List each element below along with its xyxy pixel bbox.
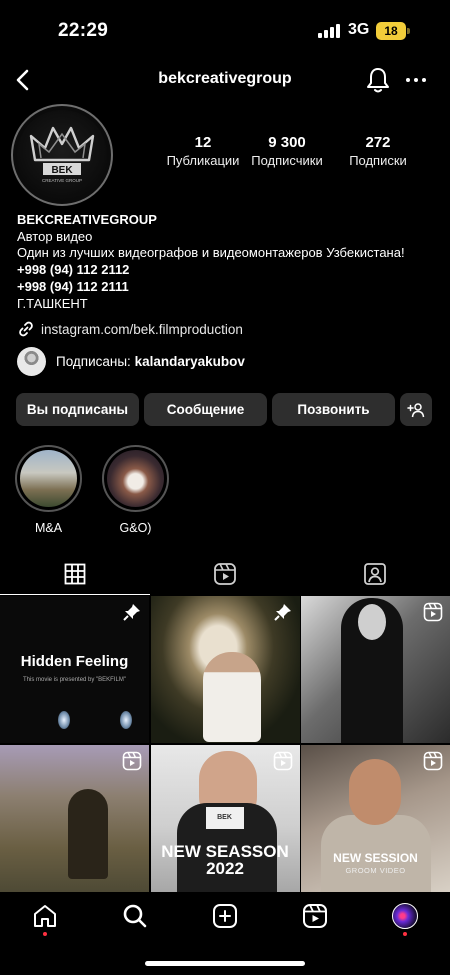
followed-by[interactable]: Подписаны: kalandaryakubov [17,347,245,376]
post-thumbnail[interactable]: Hidden Feeling This movie is presented b… [0,596,149,743]
add-person-icon [407,402,425,417]
home-icon [34,905,56,927]
bottom-navigation [0,888,450,944]
reel-badge-icon [423,602,443,622]
pin-icon [273,604,291,621]
tab-grid[interactable] [0,553,150,595]
search-icon [123,904,147,928]
highlight-ring [15,445,82,512]
status-bar: 22:29 3G 18 [0,0,450,62]
post-thumbnail[interactable]: NEW SESSION GROOM VIDEO [301,744,450,892]
notification-dot [403,932,407,936]
profile-bio: BEKCREATIVEGROUP Автор видео Один из луч… [17,212,442,312]
highlight-item[interactable]: M&A [15,445,82,535]
posts-count: 12 [194,134,212,151]
profile-link-text[interactable]: instagram.com/bek.filmproduction [41,322,243,337]
follower-avatar [17,347,46,376]
highlight-ring [102,445,169,512]
reel-badge-icon [423,751,443,770]
pin-icon [123,604,140,621]
add-person-button[interactable] [400,393,432,426]
highlight-cover [107,450,164,507]
post-image [202,652,261,742]
tab-tagged[interactable] [300,553,450,595]
followed-by-user[interactable]: kalandaryakubov [135,354,245,369]
battery-level: 18 [376,22,406,40]
phone-number-2[interactable]: +998 (94) 112 2111 [17,279,442,296]
stat-followers[interactable]: 9 300 Подписчики [246,134,328,168]
posts-label: Публикации [166,153,240,168]
story-highlights: M&A G&O) [15,445,169,535]
highlight-label: G&O) [119,521,152,535]
post-thumbnail[interactable]: BEK NEW SEASSON 2022 [150,744,300,892]
battery-icon: 18 [376,22,410,40]
post-thumbnail[interactable] [0,744,149,892]
tab-reels[interactable] [150,553,300,595]
highlight-cover [20,450,77,507]
post-title: Hidden Feeling [20,653,129,670]
followers-label: Подписчики [251,153,323,168]
highlight-label: M&A [34,521,63,535]
post-title: NEW SESSION [333,850,418,865]
post-subtitle: This movie is presented by "BEKFILM" [23,677,126,683]
profile-link[interactable]: instagram.com/bek.filmproduction [17,320,243,338]
posts-grid: Hidden Feeling This movie is presented b… [0,596,450,892]
call-button[interactable]: Позвонить [272,393,395,426]
profile-name: BEKCREATIVEGROUP [17,212,157,227]
profile-actions: Вы подписаны Сообщение Позвонить [16,393,432,426]
more-options-icon[interactable] [404,70,428,90]
nav-home[interactable] [0,888,90,944]
tagged-user-icon [364,563,386,585]
profile-category: Автор видео [17,228,93,244]
profile-avatar[interactable]: BEK CREATIVE GROUP [11,104,113,206]
stat-following[interactable]: 272 Подписки [328,134,428,168]
nav-profile[interactable] [360,888,450,944]
link-icon [19,321,33,337]
crown-icon: BEK CREATIVE GROUP [29,126,95,183]
reel-badge-icon [122,751,142,770]
svg-text:BEK: BEK [51,165,73,176]
notification-dot [43,932,47,936]
bio-city: Г.ТАШКЕНТ [17,295,88,311]
profile-tabs [0,553,450,595]
nav-search[interactable] [90,888,180,944]
profile-stats: 12 Публикации 9 300 Подписчики 272 Подпи… [160,134,450,168]
reel-badge-icon [273,751,292,770]
post-image [68,788,108,879]
reels-icon [303,904,327,928]
phone-number-1[interactable]: +998 (94) 112 2112 [17,262,442,279]
nav-reels[interactable] [270,888,360,944]
following-button[interactable]: Вы подписаны [16,393,139,426]
post-title: NEW SEASSON 2022 [161,841,289,878]
nav-create[interactable] [180,888,270,944]
highlight-item[interactable]: G&O) [102,445,169,535]
svg-text:CREATIVE GROUP: CREATIVE GROUP [42,178,82,183]
status-time: 22:29 [58,20,109,41]
followers-count: 9 300 [268,134,306,151]
stat-posts[interactable]: 12 Публикации [160,134,246,168]
own-avatar [392,903,418,929]
reels-icon [214,563,236,585]
post-subtitle: GROOM VIDEO [345,865,406,875]
bell-icon[interactable] [365,66,391,94]
post-thumbnail[interactable] [301,596,450,743]
following-count: 272 [365,134,391,151]
followed-by-prefix: Подписаны: [56,354,131,369]
following-label: Подписки [349,153,407,168]
post-sign-text: BEK [205,806,244,829]
crown-logo: BEK CREATIVE GROUP [17,110,107,200]
create-post-icon [213,904,237,928]
post-thumbnail[interactable] [150,596,300,743]
grid-icon [64,563,86,585]
profile-header: bekcreativegroup [0,62,450,98]
signal-icon [318,24,340,38]
bio-text: Один из лучших видеографов и видеомонтаж… [17,245,405,261]
network-type: 3G [348,21,370,38]
home-indicator[interactable] [145,961,305,966]
message-button[interactable]: Сообщение [144,393,267,426]
